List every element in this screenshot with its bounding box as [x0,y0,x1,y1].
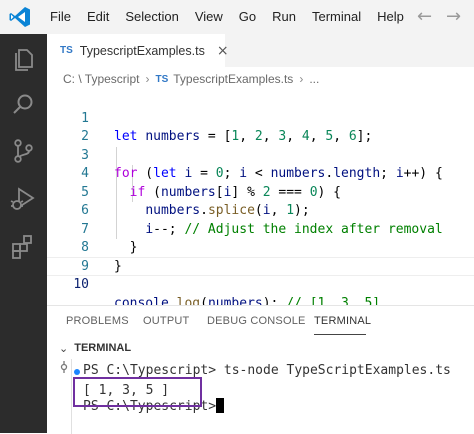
source-control-icon[interactable] [8,136,38,166]
title-bar: File Edit Selection View Go Run Terminal… [0,0,474,34]
code-line: 6 i--; // Adjust the index after removal [47,184,474,237]
menu-run[interactable]: Run [264,0,304,34]
menu-go[interactable]: Go [231,0,264,34]
close-icon[interactable]: × [217,43,229,59]
tab-label: TypescriptExamples.ts [79,43,205,58]
menu-selection[interactable]: Selection [117,0,186,34]
breadcrumb-symbol[interactable]: ... [309,72,319,86]
code-line: 2 [47,110,474,144]
terminal-title: TERMINAL [74,342,132,354]
extensions-icon[interactable] [8,232,38,262]
menu-help[interactable]: Help [369,0,412,34]
code-line: 8 } [47,221,474,274]
back-arrow-icon[interactable]: ← [417,0,432,34]
typescript-file-icon: TS [155,73,169,85]
code-line: 3 for (let i = 0; i < numbers.length; i+… [47,128,474,182]
tab-typescriptexamples[interactable]: TS TypescriptExamples.ts × [47,34,229,67]
terminal-cursor [216,398,224,413]
terminal-process-icon [57,359,71,373]
vscode-logo-icon [8,4,34,30]
tab-problems[interactable]: PROBLEMS [66,315,129,327]
menu-bar: File Edit Selection View Go Run Terminal… [42,0,412,34]
explorer-icon[interactable] [8,44,38,74]
code-line: 4 if (numbers[i] % 2 === 0) { [47,147,474,200]
forward-arrow-icon[interactable]: → [446,0,461,34]
activity-bar [0,34,47,433]
code-line: 7 } [47,202,474,256]
breadcrumb-folder[interactable]: C: \ Typescript [63,72,139,86]
tab-output[interactable]: OUTPUT [143,315,189,327]
editor-tab-bar: TS TypescriptExamples.ts × [47,34,474,67]
menu-view[interactable]: View [187,0,231,34]
code-line: 5 numbers.splice(i, 1); [47,165,474,219]
terminal-section-header[interactable]: ⌄ TERMINAL [47,337,474,359]
breadcrumb-file[interactable]: TypescriptExamples.ts [173,72,293,86]
code-line: 9 [47,239,474,274]
command-decoration-icon [74,369,80,375]
code-line: 1 let numbers = [1, 2, 3, 4, 5, 6]; [47,91,474,145]
tab-debug-console[interactable]: DEBUG CONSOLE [207,315,306,327]
typescript-file-icon: TS [60,45,73,56]
chevron-down-icon[interactable]: ⌄ [59,342,68,355]
menu-file[interactable]: File [42,0,79,34]
breadcrumb: C: \ Typescript › TS TypescriptExamples.… [47,67,474,91]
search-icon[interactable] [8,90,38,120]
tab-terminal[interactable]: TERMINAL [314,315,371,327]
menu-terminal[interactable]: Terminal [304,0,369,34]
highlight-box [73,377,202,407]
line-number: 10 [73,277,89,292]
code-editor[interactable]: 1 let numbers = [1, 2, 3, 4, 5, 6]; 2 3 … [47,91,474,311]
breadcrumb-separator: › [299,72,304,86]
menu-edit[interactable]: Edit [79,0,117,34]
code-line: 10 console.log(numbers); // [1, 3, 5] [47,258,474,311]
breadcrumb-separator: › [145,72,150,86]
run-debug-icon[interactable] [8,184,38,214]
terminal-gutter [71,359,72,434]
bottom-panel: PROBLEMS OUTPUT DEBUG CONSOLE TERMINAL ⌄… [47,305,474,434]
active-tab-indicator [314,334,366,335]
